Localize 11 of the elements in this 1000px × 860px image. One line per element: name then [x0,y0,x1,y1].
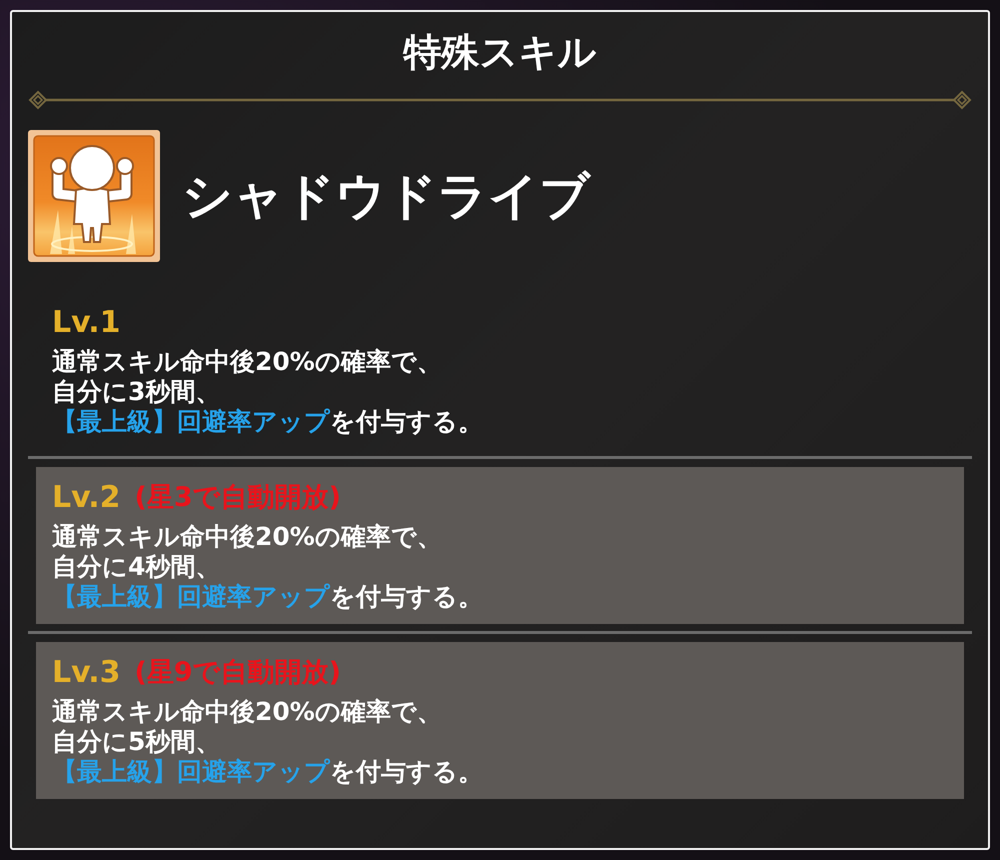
skill-name: シャドウドライブ [182,166,590,226]
skill-description: 通常スキル命中後20%の確率で、 自分に5秒間、 【最上級】回避率アップを付与する。 [52,697,484,787]
unlock-condition: (星3で自動開放) [134,481,341,515]
dialog-title: 特殊スキル [402,29,598,75]
level-label: Lv.3 [52,654,120,692]
level-label: Lv.1 [52,304,120,342]
level-label: Lv.2 [52,479,120,517]
skill-description: 通常スキル命中後20%の確率で、 自分に4秒間、 【最上級】回避率アップを付与する。 [52,522,484,612]
unlock-condition: (星9で自動開放) [134,656,341,690]
skill-description: 通常スキル命中後20%の確率で、 自分に3秒間、 【最上級】回避率アップを付与する。 [52,347,484,437]
flexing-figure-icon [28,130,160,262]
